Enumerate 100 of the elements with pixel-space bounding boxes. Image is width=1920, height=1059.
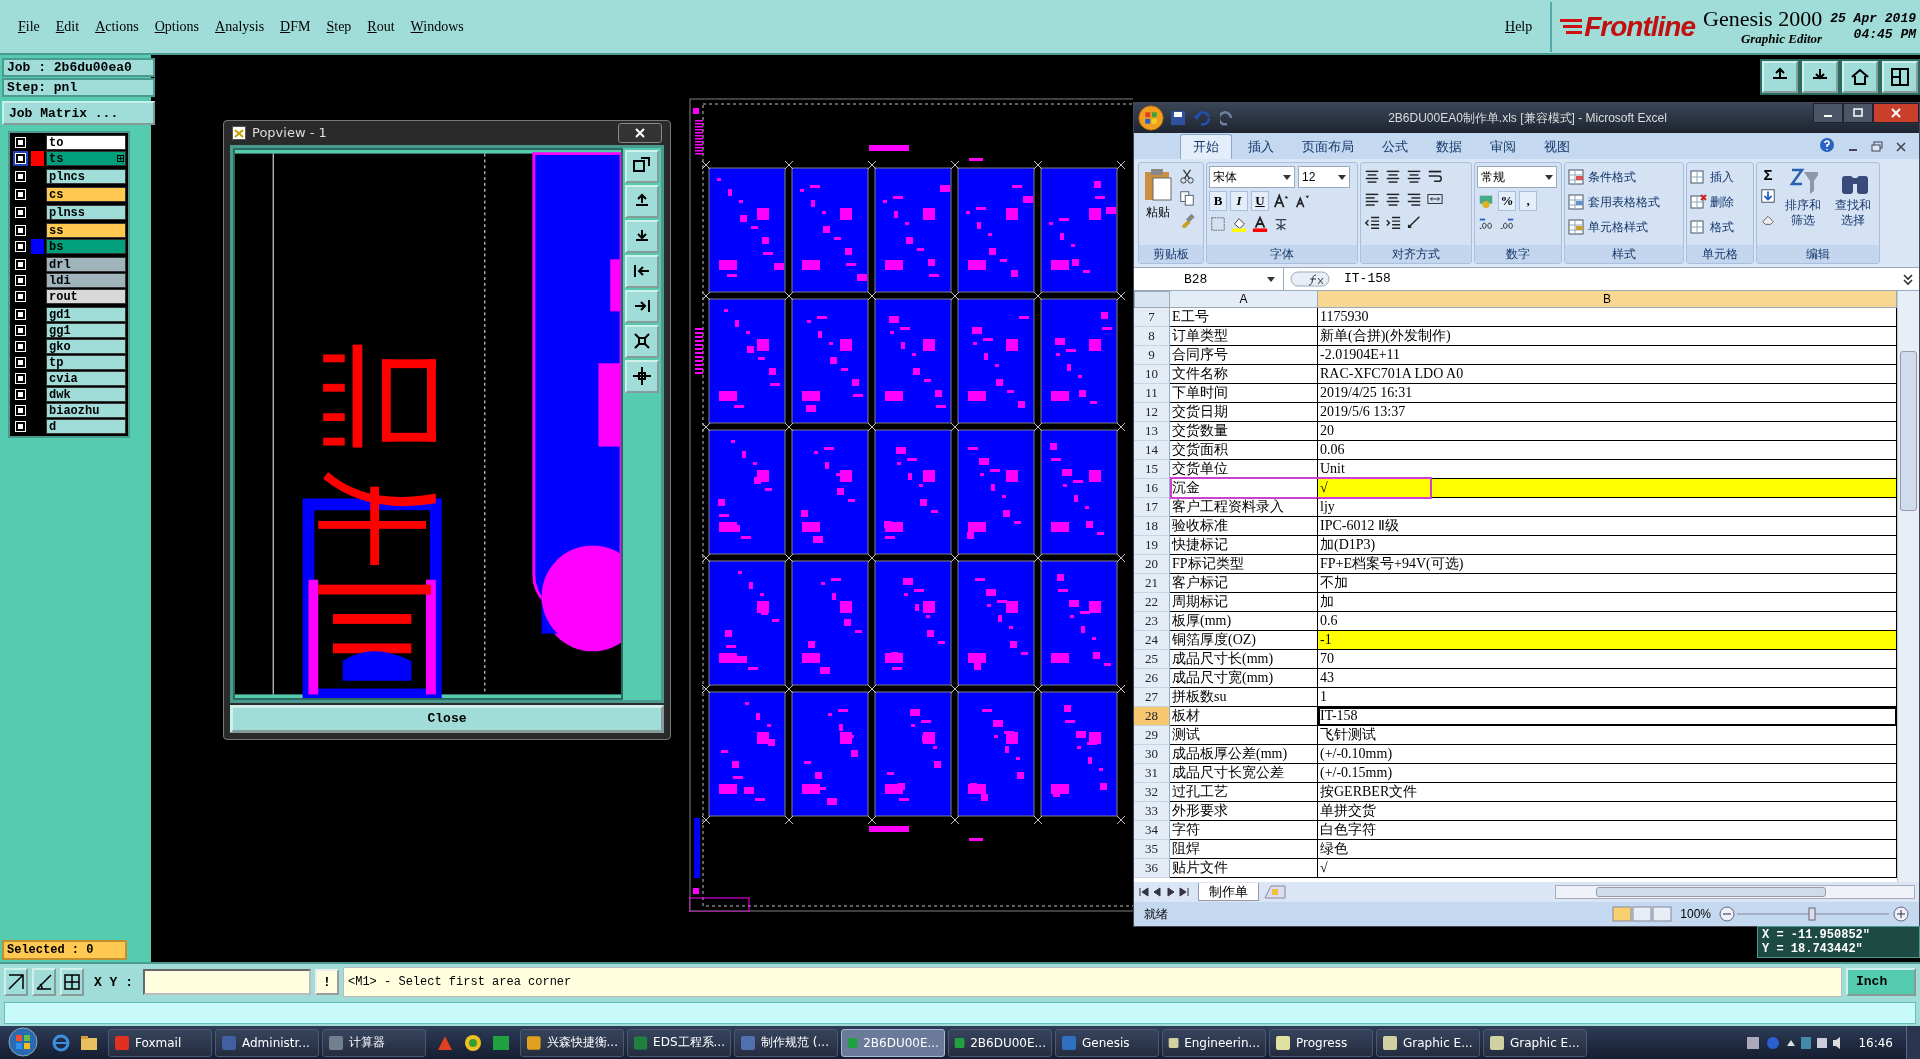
taskbar-button[interactable]: Administr... — [215, 1028, 319, 1057]
row-header[interactable]: 29 — [1134, 726, 1170, 745]
row-header[interactable]: 22 — [1134, 593, 1170, 612]
row-header[interactable]: 12 — [1134, 403, 1170, 422]
layer-name[interactable]: rout — [46, 289, 126, 304]
ribbon-tab[interactable]: 开始 — [1180, 134, 1232, 159]
layer-name[interactable]: cs — [46, 187, 126, 202]
layer-toggle[interactable] — [13, 205, 28, 220]
comma-button[interactable]: , — [1519, 191, 1537, 211]
row-header[interactable]: 36 — [1134, 859, 1170, 878]
font-field[interactable]: 宋体 — [1209, 166, 1295, 188]
layer-name[interactable]: dwk — [46, 387, 126, 402]
close-button[interactable] — [618, 122, 662, 143]
layer-name[interactable]: gg1 — [46, 323, 126, 338]
row-header[interactable]: 19 — [1134, 536, 1170, 555]
layer-toggle[interactable] — [13, 273, 28, 288]
style-menu-button[interactable]: 套用表格格式 — [1588, 193, 1660, 211]
row-header[interactable]: 28 — [1134, 707, 1170, 726]
row-header[interactable]: 23 — [1134, 612, 1170, 631]
align-left-icon[interactable] — [1364, 191, 1380, 207]
layer-toggle[interactable] — [13, 323, 28, 338]
app-icon[interactable] — [463, 1032, 483, 1053]
minimize-button[interactable] — [1813, 103, 1843, 123]
ribbon-tab[interactable]: 页面布局 — [1290, 135, 1366, 159]
taskbar-button[interactable]: Graphic E... — [1483, 1028, 1587, 1057]
style-menu-button[interactable]: 单元格样式 — [1588, 218, 1648, 236]
name-box[interactable]: B28 — [1134, 268, 1284, 290]
layer-name[interactable]: to — [46, 135, 126, 150]
menu-item[interactable]: File — [10, 16, 48, 37]
layer-toggle[interactable] — [13, 289, 28, 304]
align-bottom-icon[interactable] — [1406, 168, 1422, 184]
menu-item[interactable]: Rout — [359, 16, 403, 37]
zoom-slider-icon[interactable] — [1719, 906, 1909, 922]
help-icon[interactable] — [1819, 137, 1835, 153]
layer-name[interactable]: ldi — [46, 273, 126, 288]
row-header[interactable]: 34 — [1134, 821, 1170, 840]
number-format-field[interactable]: 常规 — [1477, 166, 1557, 188]
taskbar-button[interactable]: 制作规范 (... — [734, 1028, 838, 1057]
formula-field[interactable]: IT-158 — [1336, 268, 1895, 290]
menu-item[interactable]: Step — [318, 16, 360, 37]
layer-name[interactable]: biaozhu — [46, 403, 126, 418]
row-header[interactable]: 15 — [1134, 460, 1170, 479]
find-select-button[interactable]: 查找和选择 — [1833, 198, 1873, 228]
row-header[interactable]: 35 — [1134, 840, 1170, 859]
row-header[interactable]: 10 — [1134, 365, 1170, 384]
orientation-icon[interactable] — [1406, 214, 1422, 230]
percent-button[interactable]: % — [1498, 191, 1516, 211]
sheet-tab[interactable]: 制作单 — [1198, 883, 1259, 901]
ribbon-tab[interactable]: 视图 — [1532, 135, 1582, 159]
italic-button[interactable]: I — [1230, 191, 1248, 211]
grid-icon[interactable] — [62, 972, 82, 992]
layer-name[interactable]: tp — [46, 355, 126, 370]
row-header[interactable]: 31 — [1134, 764, 1170, 783]
row-header[interactable]: 11 — [1134, 384, 1170, 403]
layer-toggle[interactable] — [13, 387, 28, 402]
autosum-button[interactable]: Σ — [1759, 166, 1777, 183]
row-header[interactable]: 14 — [1134, 441, 1170, 460]
taskbar-button[interactable]: 2B6DU00E... — [841, 1028, 945, 1057]
layer-name[interactable]: bs — [46, 239, 126, 254]
row-header[interactable]: 32 — [1134, 783, 1170, 802]
layer-name[interactable]: drl — [46, 257, 126, 272]
paste-button[interactable]: 粘贴 — [1141, 166, 1175, 242]
row-header[interactable]: 25 — [1134, 650, 1170, 669]
ribbon-tab[interactable]: 数据 — [1424, 135, 1474, 159]
row-header[interactable]: 33 — [1134, 802, 1170, 821]
menu-item[interactable]: Analysis — [207, 16, 273, 37]
layer-name[interactable]: gd1 — [46, 307, 126, 322]
underline-button[interactable]: U — [1251, 191, 1269, 211]
job-matrix-button[interactable]: Job Matrix ... — [2, 101, 155, 125]
scissors-icon[interactable] — [1179, 168, 1195, 184]
taskbar-button[interactable]: Graphic E... — [1376, 1028, 1480, 1057]
row-header[interactable]: 20 — [1134, 555, 1170, 574]
style-menu-button[interactable]: 条件格式 — [1588, 168, 1636, 186]
coordinate-input[interactable] — [143, 969, 311, 995]
layer-toggle[interactable] — [13, 403, 28, 418]
brush-icon[interactable] — [1179, 212, 1195, 228]
redo-icon[interactable] — [1220, 110, 1242, 126]
align-right-icon[interactable] — [1406, 191, 1422, 207]
cells-menu-button[interactable]: 插入 — [1710, 168, 1734, 186]
phonetic-icon[interactable] — [1273, 216, 1289, 232]
restore-icon[interactable] — [1871, 141, 1883, 153]
layer-name[interactable]: plnss — [46, 205, 126, 220]
copy-icon[interactable] — [1179, 190, 1195, 206]
layer-name[interactable]: cvia — [46, 371, 126, 386]
align-middle-icon[interactable] — [1385, 168, 1401, 184]
layer-name[interactable]: plncs — [46, 169, 126, 184]
taskbar-button[interactable]: 兴森快捷衡... — [520, 1028, 624, 1057]
layer-toggle[interactable] — [13, 355, 28, 370]
save-icon[interactable] — [1170, 110, 1186, 126]
row-header[interactable]: 27 — [1134, 688, 1170, 707]
row-header[interactable]: 17 — [1134, 498, 1170, 517]
border-icon[interactable] — [1210, 216, 1226, 232]
merge-icon[interactable] — [1427, 191, 1443, 207]
wrap-text-icon[interactable] — [1427, 168, 1443, 184]
row-header[interactable]: 30 — [1134, 745, 1170, 764]
row-header[interactable]: 16 — [1134, 479, 1170, 498]
ribbon-tab[interactable]: 审阅 — [1478, 135, 1528, 159]
maximize-icon[interactable] — [1852, 107, 1864, 119]
taskbar-button[interactable]: Genesis — [1055, 1028, 1159, 1057]
taskbar-button[interactable]: Progress — [1269, 1028, 1373, 1057]
